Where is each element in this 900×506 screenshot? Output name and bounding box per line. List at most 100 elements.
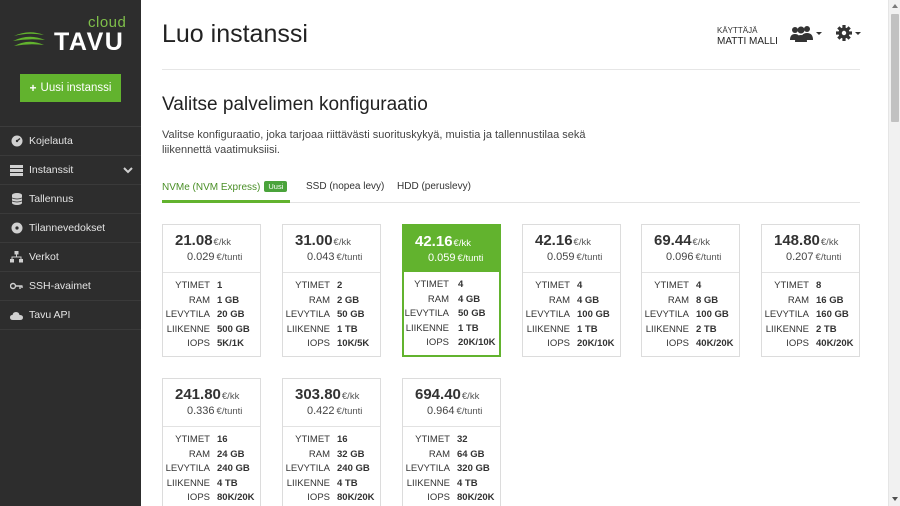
spec-row-cores: YTIMET 4: [523, 280, 620, 295]
spec-label: LIIKENNE: [286, 323, 330, 335]
spec-value: 4: [696, 280, 702, 291]
spec-row-ram: RAM 4 GB: [523, 295, 620, 310]
tab-label: NVMe (NVM Express): [162, 182, 261, 193]
sidebar-item-verkot[interactable]: Verkot: [0, 243, 141, 272]
plan-card[interactable]: 31.00€/kk 0.043 €/tunti YTIMET 2 RAM 2 GB LEVYT…: [282, 224, 381, 357]
monthly-unit: €/kk: [461, 391, 480, 402]
scroll-thumb[interactable]: [891, 14, 899, 122]
dashboard-icon: [10, 135, 23, 148]
spec-value: 20K/10K: [458, 337, 496, 348]
plan-card[interactable]: 69.44€/kk 0.096 €/tunti YTIMET 4 RAM 8 GB LEVYT…: [641, 224, 740, 357]
spec-value: 24 GB: [217, 448, 245, 460]
plan-card[interactable]: 694.40€/kk 0.964 €/tunti YTIMET 32 RAM 64 GB LE…: [402, 378, 501, 506]
chevron-down-icon[interactable]: [123, 165, 133, 177]
plan-price-area: 31.00€/kk 0.043 €/tunti: [283, 225, 380, 273]
plan-price-area: 241.80€/kk 0.336 €/tunti: [163, 379, 260, 427]
plan-price-area: 42.16€/kk 0.059 €/tunti: [523, 225, 620, 273]
scrollbar[interactable]: [888, 0, 900, 506]
logo[interactable]: cloud TAVU: [12, 14, 132, 58]
plan-card[interactable]: 148.80€/kk 0.207 €/tunti YTIMET 8 RAM 16 GB LEV…: [761, 224, 860, 357]
tab-hdd[interactable]: HDD (peruslevy): [397, 181, 471, 192]
spec-row-disk: LEVYTILA 50 GB: [283, 309, 380, 324]
new-instance-button[interactable]: + Uusi instanssi: [20, 74, 121, 102]
header-divider: [162, 69, 860, 70]
new-badge: Uusi: [264, 181, 288, 192]
spec-value: 20K/10K: [577, 338, 615, 349]
sidebar-item-tallennus[interactable]: Tallennus: [0, 185, 141, 214]
sidebar-item-tavu-api[interactable]: Tavu API: [0, 301, 141, 330]
spec-row-cores: YTIMET 1: [163, 280, 260, 295]
monthly-unit: €/kk: [221, 391, 240, 402]
spec-value: 16 GB: [816, 294, 844, 306]
spec-value: 16: [217, 434, 228, 445]
spec-label: YTIMET: [175, 434, 210, 445]
plan-card[interactable]: 303.80€/kk 0.422 €/tunti YTIMET 16 RAM 32 GB LE…: [282, 378, 381, 506]
users-menu-icon[interactable]: [790, 24, 822, 49]
sidebar: cloud TAVU + Uusi instanssi Kojelauta In…: [0, 0, 141, 506]
spec-value: 50 GB: [458, 308, 486, 319]
spec-row-iops: IOPS 40K/20K: [762, 338, 859, 353]
tab-nvme[interactable]: NVMe (NVM Express) Uusi: [162, 181, 288, 193]
sidebar-item-label: SSH-avaimet: [29, 280, 91, 292]
spec-label: IOPS: [427, 492, 450, 503]
spec-label: RAM: [188, 294, 210, 306]
spec-row-cores: YTIMET 32: [403, 434, 500, 449]
spec-value: 240 GB: [337, 463, 370, 474]
plan-card[interactable]: 42.16€/kk 0.059 €/tunti YTIMET 4 RAM 4 GB LEVYT…: [522, 224, 621, 357]
monthly-unit: €/kk: [820, 237, 839, 248]
spec-value: 50 GB: [337, 309, 365, 320]
sidebar-item-instanssit[interactable]: Instanssit: [0, 156, 141, 185]
cloud-icon: [10, 309, 23, 322]
spec-label: LIIKENNE: [406, 477, 450, 489]
spec-row-cores: YTIMET 16: [163, 434, 260, 449]
monthly-price: 694.40: [415, 386, 461, 403]
plan-specs: YTIMET 4 RAM 4 GB LEVYTILA 50 GB LIIKENNE 1 TB I…: [404, 279, 499, 352]
user-label: KÄYTTÄJÄ: [717, 26, 758, 35]
logo-word: TAVU: [54, 28, 125, 56]
monthly-unit: €/kk: [333, 237, 351, 248]
sidebar-item-tilannevedokset[interactable]: Tilannevedokset: [0, 214, 141, 243]
spec-value: 4 GB: [458, 293, 481, 305]
spec-value: 2: [337, 280, 343, 291]
spec-label: RAM: [308, 294, 330, 306]
hourly-price-line: 0.422 €/tunti: [307, 405, 362, 417]
sidebar-item-kojelauta[interactable]: Kojelauta: [0, 127, 141, 156]
sidebar-item-ssh-avaimet[interactable]: SSH-avaimet: [0, 272, 141, 301]
spec-label: IOPS: [307, 338, 330, 349]
spec-row-iops: IOPS 20K/10K: [523, 338, 620, 353]
plan-card[interactable]: 21.08€/kk 0.029 €/tunti YTIMET 1 RAM 1 GB LEVYT…: [162, 224, 261, 357]
tab-ssd[interactable]: SSD (nopea levy): [306, 181, 384, 192]
plan-specs: YTIMET 16 RAM 24 GB LEVYTILA 240 GB LIIKENNE 4 …: [163, 434, 260, 506]
scroll-up-icon[interactable]: [892, 4, 898, 8]
spec-value: 8: [816, 280, 822, 291]
spec-label: LIIKENNE: [166, 323, 210, 335]
spec-value: 500 GB: [217, 323, 250, 335]
spec-value: 1 TB: [577, 323, 598, 335]
hourly-unit: €/tunti: [336, 406, 363, 417]
server-icon: [10, 164, 23, 177]
spec-row-disk: LEVYTILA 240 GB: [163, 463, 260, 478]
plan-card[interactable]: 241.80€/kk 0.336 €/tunti YTIMET 16 RAM 24 GB LE…: [162, 378, 261, 506]
monthly-unit: €/kk: [573, 237, 591, 248]
spec-row-cores: YTIMET 4: [404, 279, 499, 294]
scroll-down-icon[interactable]: [892, 497, 898, 501]
spec-row-traffic: LIIKENNE 2 TB: [642, 324, 739, 339]
spec-label: IOPS: [187, 338, 210, 349]
monthly-price: 42.16: [415, 233, 453, 250]
gear-icon[interactable]: [836, 25, 862, 48]
spec-value: 40K/20K: [696, 338, 734, 349]
monthly-price: 21.08: [175, 232, 213, 249]
spec-row-ram: RAM 4 GB: [404, 294, 499, 309]
spec-row-iops: IOPS 80K/20K: [403, 492, 500, 506]
spec-row-iops: IOPS 5K/1K: [163, 338, 260, 353]
spec-label: YTIMET: [295, 280, 330, 291]
spec-value: 80K/20K: [217, 492, 255, 503]
plan-card[interactable]: 42.16€/kk 0.059 €/tunti YTIMET 4 RAM 4 GB LEVYT…: [402, 224, 501, 357]
spec-value: 5K/1K: [217, 338, 244, 349]
hourly-price-line: 0.043 €/tunti: [307, 251, 362, 263]
active-tab-indicator: [162, 200, 290, 203]
spec-label: RAM: [188, 448, 210, 460]
spec-value: 4 TB: [217, 477, 238, 489]
plan-specs: YTIMET 8 RAM 16 GB LEVYTILA 160 GB LIIKENNE 2 T…: [762, 280, 859, 353]
spec-row-iops: IOPS 80K/20K: [163, 492, 260, 506]
